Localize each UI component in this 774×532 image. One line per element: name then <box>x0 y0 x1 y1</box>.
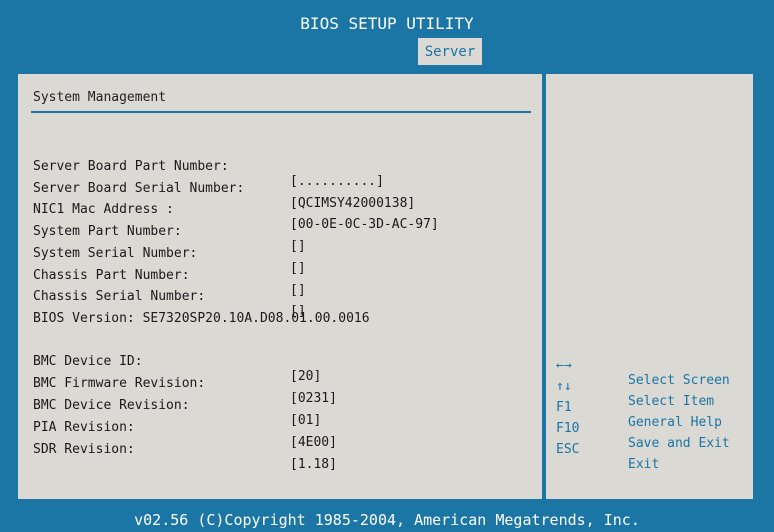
field-label: Server Board Part Number: <box>33 159 229 174</box>
help-exit: ESC Exit <box>556 427 659 472</box>
field-label: Server Board Serial Number: <box>33 181 245 196</box>
field-sdr-revision: SDR Revision: [1.18] <box>33 427 337 472</box>
help-desc: Save and Exit <box>628 436 730 451</box>
pane-divider <box>542 72 546 501</box>
help-key-esc: ESC <box>556 442 580 457</box>
field-value: [1.18] <box>290 457 337 472</box>
bios-version: BIOS Version: SE7320SP20.10A.D08.01.00.0… <box>33 296 370 326</box>
field-label: System Serial Number: <box>33 246 198 261</box>
help-desc: Exit <box>628 457 660 472</box>
help-desc: Select Item <box>628 394 715 409</box>
field-label: NIC1 Mac Address : <box>33 202 174 217</box>
field-label: Chassis Part Number: <box>33 268 190 283</box>
field-label: SDR Revision: <box>33 442 135 457</box>
field-label: BMC Firmware Revision: <box>33 376 206 391</box>
field-value: [0231] <box>290 391 337 406</box>
field-label: Chassis Serial Number: <box>33 289 206 304</box>
help-desc: General Help <box>628 415 722 430</box>
field-value: [00-0E-0C-3D-AC-97] <box>290 217 439 232</box>
field-label: System Part Number: <box>33 224 182 239</box>
field-value: [] <box>290 239 306 254</box>
field-value: [20] <box>290 369 322 384</box>
field-value: [..........] <box>290 174 384 189</box>
tab-server[interactable]: Server <box>418 38 482 65</box>
field-value: [] <box>290 283 306 298</box>
field-label: BMC Device ID: <box>33 354 143 369</box>
field-label: BMC Device Revision: <box>33 398 190 413</box>
field-value: [] <box>290 261 306 276</box>
section-title: System Management <box>33 90 167 105</box>
window-title: BIOS SETUP UTILITY <box>0 0 774 34</box>
field-value: [4E00] <box>290 435 337 450</box>
field-value: [QCIMSY42000138] <box>290 196 416 211</box>
section-divider <box>31 111 531 113</box>
field-value: [01] <box>290 413 322 428</box>
copyright-footer: v02.56 (C)Copyright 1985-2004, American … <box>0 508 774 530</box>
tab-strip <box>0 35 774 63</box>
help-desc: Select Screen <box>628 373 730 388</box>
bios-version-text: BIOS Version: SE7320SP20.10A.D08.01.00.0… <box>33 311 370 326</box>
